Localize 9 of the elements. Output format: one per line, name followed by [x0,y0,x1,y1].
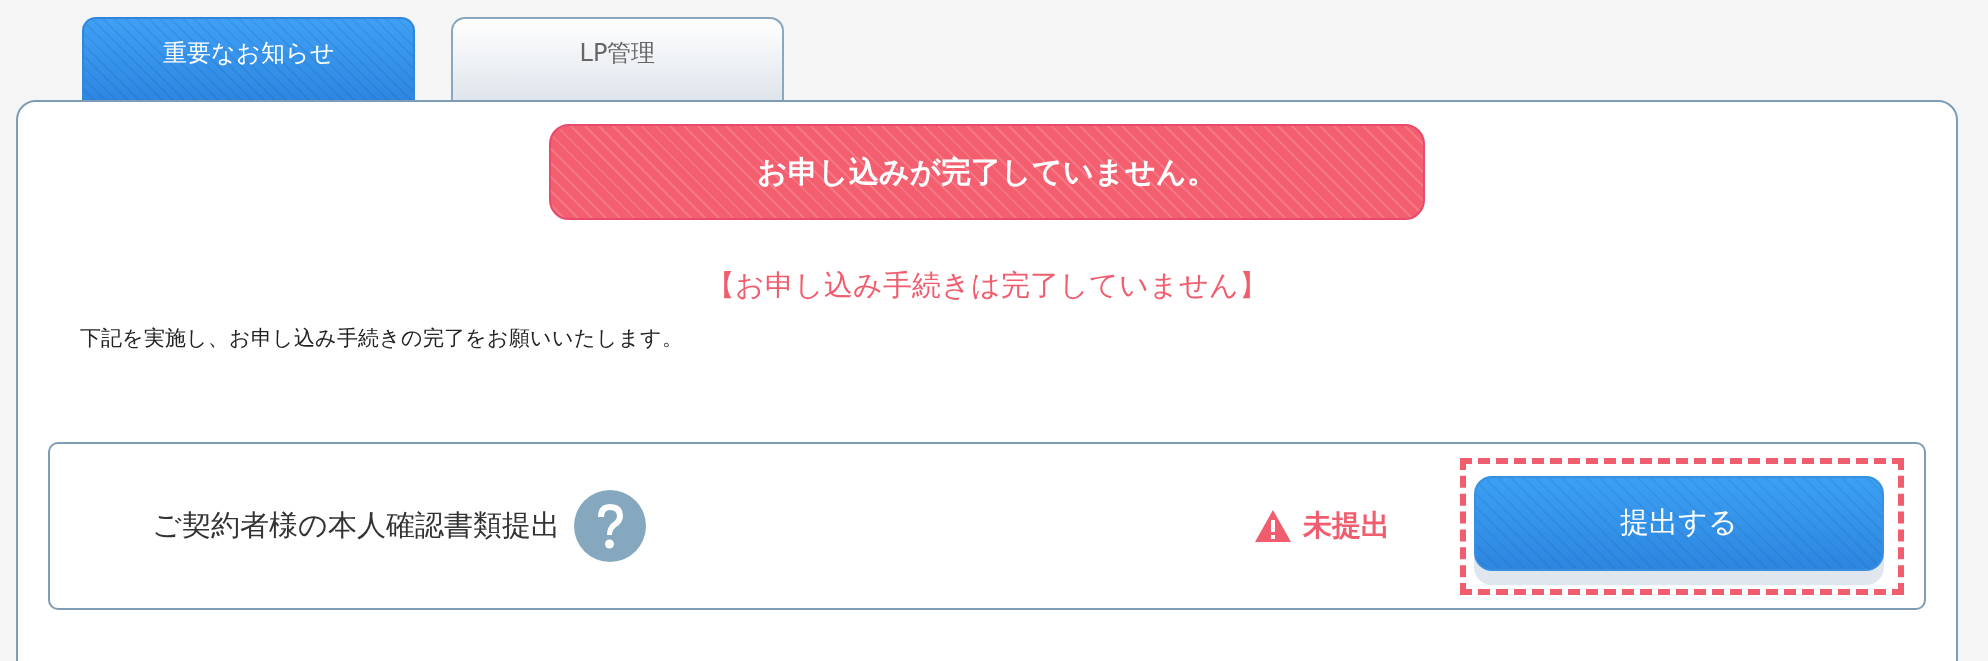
task-label: ご契約者様の本人確認書類提出 [152,507,560,544]
help-icon[interactable] [574,490,646,562]
tab[interactable]: LP管理 [451,17,784,100]
notice-message: 下記を実施し、お申し込み手続きの完了をお願いいたします。 [80,325,684,352]
status-label: 未提出 [1303,507,1390,544]
warning-icon [1255,510,1291,542]
tab[interactable]: 重要なお知らせ [82,17,415,100]
alert-banner: お申し込みが完了していません。 [549,124,1425,220]
notice-heading: 【お申し込み手続きは完了していません】 [706,267,1268,304]
